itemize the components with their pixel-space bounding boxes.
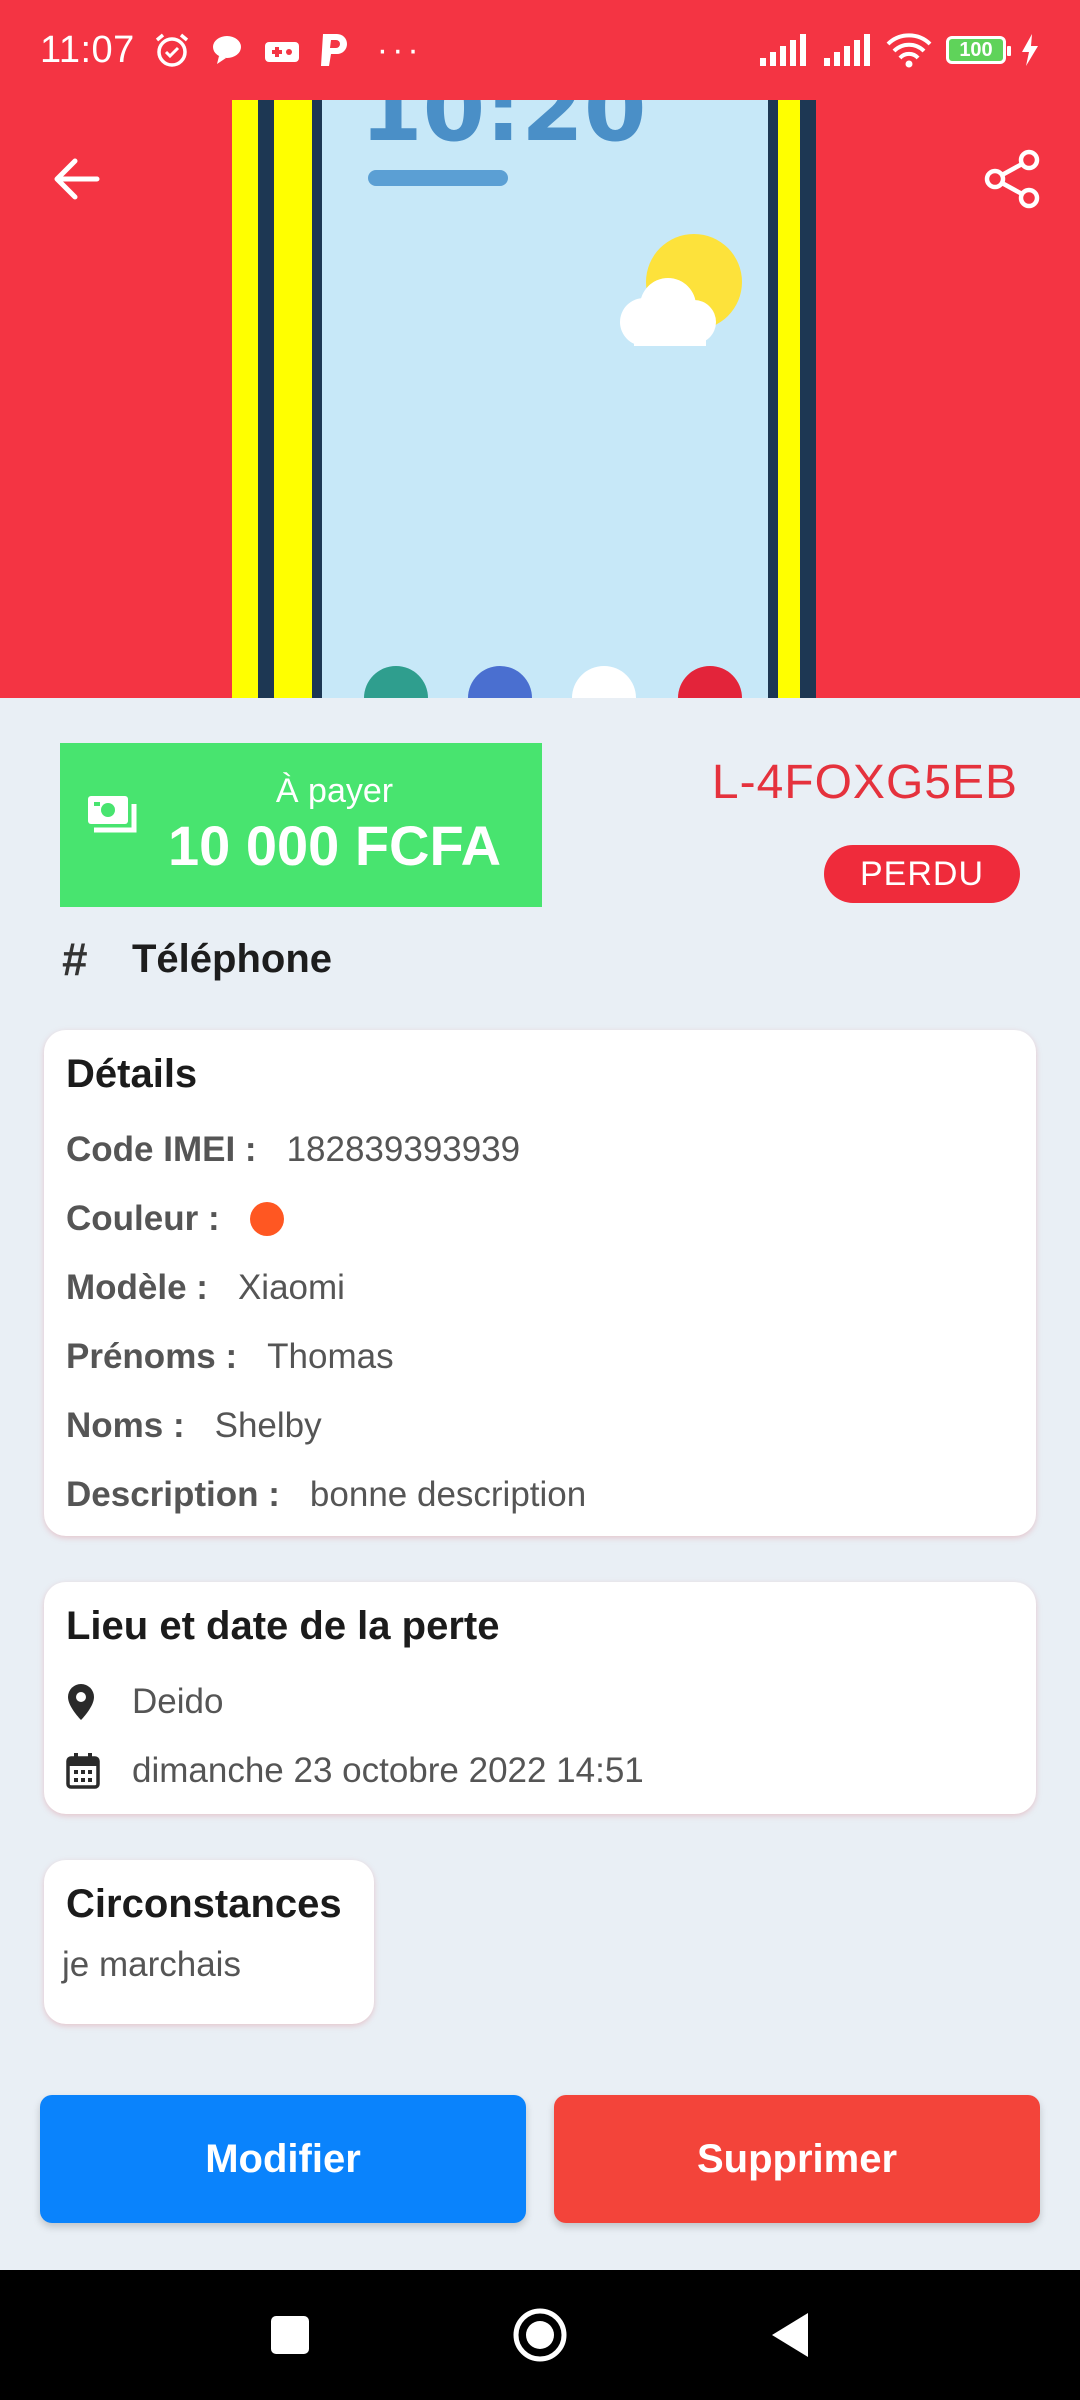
color-label: Couleur :: [66, 1198, 220, 1238]
system-nav-bar: [0, 2270, 1080, 2400]
firstname-label: Prénoms :: [66, 1336, 238, 1376]
status-badge: PERDU: [824, 845, 1020, 903]
more-notifications: ···: [376, 30, 423, 69]
svg-text:10:20: 10:20: [360, 100, 646, 162]
recents-button[interactable]: [260, 2305, 320, 2365]
home-button[interactable]: [510, 2305, 570, 2365]
loss-place-row: Deido: [66, 1667, 1014, 1736]
payment-box: À payer 10 000 FCFA: [60, 743, 542, 907]
lastname-label: Noms :: [66, 1405, 185, 1445]
description-label: Description :: [66, 1474, 280, 1514]
status-bar: 11:07 ··· 100: [0, 0, 1080, 100]
description-value: bonne description: [309, 1474, 587, 1514]
detail-firstname: Prénoms : Thomas: [66, 1322, 1014, 1391]
alarm-icon: [155, 33, 188, 67]
loss-place: Deido: [132, 1681, 224, 1721]
loss-date-row: dimanche 23 octobre 2022 14:51: [66, 1736, 1014, 1805]
paypal-icon: [320, 34, 347, 66]
charging-icon: [1022, 34, 1038, 66]
firstname-value: Thomas: [267, 1336, 394, 1376]
home-circle-icon: [513, 2308, 567, 2362]
phone-photo: 10:20: [232, 100, 848, 698]
category-label: Téléphone: [132, 936, 333, 981]
reference-code: L-4FOXG5EB: [711, 756, 1018, 809]
loss-title: Lieu et date de la perte: [66, 1604, 500, 1648]
category-row: # Téléphone: [62, 932, 332, 986]
detail-color: Couleur :: [66, 1184, 1014, 1253]
delete-button[interactable]: Supprimer: [554, 2095, 1040, 2223]
color-swatch: [249, 1201, 284, 1236]
money-icon: [88, 796, 137, 833]
game-icon: [264, 42, 299, 62]
status-time: 11:07: [40, 28, 135, 71]
details-card: Détails Code IMEI : 182839393939 Couleur…: [44, 1030, 1036, 1536]
detail-lastname: Noms : Shelby: [66, 1391, 1014, 1460]
battery-icon: 100: [946, 36, 1011, 64]
signal-icon: [760, 34, 806, 66]
circumstances-title: Circonstances: [66, 1882, 342, 1926]
imei-label: Code IMEI :: [66, 1129, 257, 1169]
edit-button[interactable]: Modifier: [40, 2095, 526, 2223]
back-button[interactable]: [32, 134, 122, 224]
share-icon: [984, 149, 1040, 209]
detail-imei: Code IMEI : 182839393939: [66, 1115, 1014, 1184]
loss-location-card: Lieu et date de la perte Deido dimanche …: [44, 1582, 1036, 1814]
lastname-value: Shelby: [214, 1405, 322, 1445]
signal-icon: [824, 34, 870, 66]
back-triangle-icon: [772, 2313, 808, 2357]
imei-value: 182839393939: [286, 1129, 521, 1169]
map-pin-icon: [68, 1683, 94, 1720]
chat-icon: [212, 36, 241, 64]
hash-icon: #: [62, 933, 88, 985]
loss-date: dimanche 23 octobre 2022 14:51: [132, 1750, 644, 1790]
hero-image-area: 10:20 11:07 ··· 100: [0, 0, 1080, 698]
payment-label: À payer: [275, 772, 394, 810]
calendar-icon: [66, 1752, 100, 1789]
share-button[interactable]: [968, 134, 1058, 224]
detail-description: Description : bonne description: [66, 1460, 1014, 1529]
arrow-left-icon: [54, 158, 100, 200]
circumstances-text: je marchais: [62, 1945, 241, 1984]
details-title: Détails: [66, 1052, 198, 1096]
circumstances-card: Circonstances je marchais: [44, 1860, 374, 2024]
model-label: Modèle :: [66, 1267, 208, 1307]
detail-model: Modèle : Xiaomi: [66, 1253, 1014, 1322]
payment-amount: 10 000 FCFA: [168, 814, 502, 877]
nav-back-button[interactable]: [760, 2305, 820, 2365]
model-value: Xiaomi: [237, 1267, 345, 1307]
recents-square-icon: [271, 2316, 309, 2354]
wifi-icon: [886, 33, 932, 68]
